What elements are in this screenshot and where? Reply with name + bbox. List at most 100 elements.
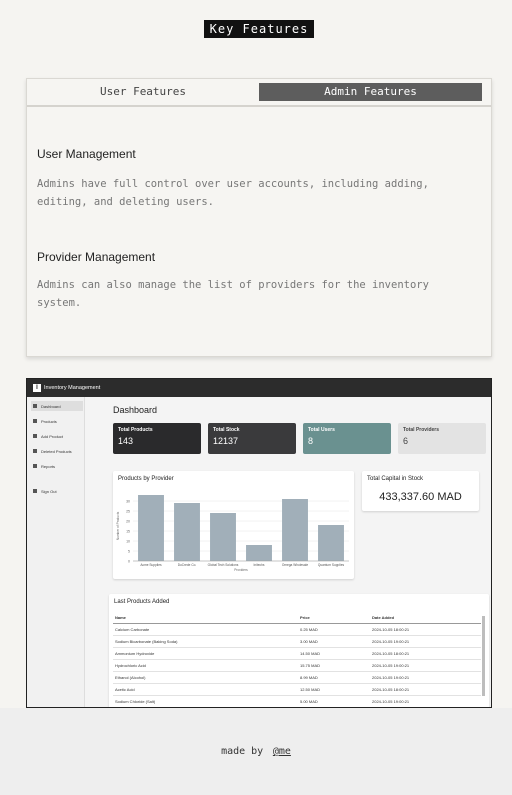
table-row: Ethanol (Alcohol) 8.99 MAD 2024-10-05 19:0… xyxy=(113,671,481,684)
sidebar-item-add-product[interactable]: Add Product xyxy=(31,431,83,441)
bar-1 xyxy=(174,503,200,561)
bar-4 xyxy=(282,499,308,561)
table-row: Sodium Chloride (Salt) 5.00 MAD 2024-10-05… xyxy=(113,695,481,707)
table-row: Hydrochloric Acid 15.75 MAD 2024-10-05 19:… xyxy=(113,659,481,672)
products-by-provider-chart: 0 5 10 15 20 25 30 Acme Supplies DuCrede Co. Glob… xyxy=(116,495,349,572)
sidebar-item-label: Sign Out xyxy=(41,488,57,494)
sidebar-item-reports[interactable]: Reports xyxy=(31,461,83,471)
last-products-panel: Last Products Added Name Price Date Adde… xyxy=(109,594,489,707)
stat-value: 6 xyxy=(403,436,409,446)
app-screenshot: I Inventory Management Dashboard Product… xyxy=(26,378,492,708)
table-header-row: Name Price Date Added xyxy=(113,612,481,624)
x-tick-label: Global Tech Solutions xyxy=(208,563,239,567)
add-icon xyxy=(33,434,37,438)
app-sidebar: Dashboard Products Add Product Deleted P… xyxy=(27,397,85,707)
y-tick-label: 0 xyxy=(128,560,130,564)
y-tick-label: 20 xyxy=(126,520,130,524)
y-axis-label: Number of Products xyxy=(116,511,120,540)
capital-value: 433,337.60 MAD xyxy=(379,491,462,503)
products-by-provider-panel: Products by Provider 0 5 10 15 20 25 30 Acme Su… xyxy=(113,471,354,579)
bar-5 xyxy=(318,525,344,561)
bar-3 xyxy=(246,545,272,561)
key-features-heading: Key Features xyxy=(204,20,314,38)
y-tick-label: 15 xyxy=(126,530,130,534)
tab-user-features[interactable]: User Features xyxy=(27,83,259,101)
cell-date: 2024-10-05 18:00:21 xyxy=(370,683,481,696)
sidebar-item-products[interactable]: Products xyxy=(31,416,83,426)
cart-icon xyxy=(33,419,37,423)
app-topbar: I Inventory Management xyxy=(27,379,491,397)
cell-price: 3.00 MAD xyxy=(298,635,370,648)
trash-icon xyxy=(33,449,37,453)
sign-out-icon xyxy=(33,489,37,493)
sidebar-item-label: Add Product xyxy=(41,433,64,439)
table-row: Sodium Bicarbonate (Baking Soda) 3.00 MAD… xyxy=(113,635,481,648)
cell-name: Calcium Carbonate xyxy=(113,623,298,636)
x-tick-label: DuCrede Co. xyxy=(178,563,197,567)
table-scrollbar[interactable] xyxy=(482,616,485,696)
stat-label: Total Products xyxy=(118,427,153,433)
sidebar-item-label: Deleted Products xyxy=(41,448,72,454)
sidebar-item-label: Products xyxy=(41,418,57,424)
stat-value: 12137 xyxy=(213,436,239,446)
features-card: User Features Admin Features User Manage… xyxy=(26,78,492,357)
sidebar-item-label: Dashboard xyxy=(41,403,61,409)
feature-description: Admins can also manage the list of provi… xyxy=(37,279,429,309)
stat-value: 8 xyxy=(308,436,314,446)
cell-price: 15.75 MAD xyxy=(298,659,370,672)
x-axis-label: Providers xyxy=(234,568,248,572)
table-body: Calcium Carbonate 0.25 MAD 2024-10-05 18:0… xyxy=(113,623,481,707)
x-tick-label: Initechs xyxy=(254,563,265,567)
feature-provider-management: Provider Management Admins can also mana… xyxy=(37,250,477,312)
cell-name: Acetic Acid xyxy=(113,683,298,696)
capital-title: Total Capital in Stock xyxy=(367,476,424,482)
footer: made by @me xyxy=(0,708,512,795)
sidebar-item-label: Reports xyxy=(41,463,56,469)
cell-price: 12.50 MAD xyxy=(298,683,370,696)
feature-title: Provider Management xyxy=(37,250,156,264)
tab-admin-features[interactable]: Admin Features xyxy=(259,83,482,101)
cell-name: Ammonium Hydroxide xyxy=(113,647,298,660)
sidebar-item-sign-out[interactable]: Sign Out xyxy=(31,486,83,496)
cell-price: 14.50 MAD xyxy=(298,647,370,660)
app-title: Inventory Management xyxy=(44,385,101,391)
y-tick-label: 25 xyxy=(126,510,130,514)
cell-date: 2024-10-05 19:00:21 xyxy=(370,635,481,648)
cell-date: 2024-10-05 18:00:21 xyxy=(370,623,481,636)
cell-date: 2024-10-05 19:00:21 xyxy=(370,671,481,684)
y-tick-label: 30 xyxy=(126,500,130,504)
column-header-name: Name xyxy=(113,612,298,624)
stat-card-total-products: Total Products 143 xyxy=(113,423,201,454)
x-tick-label: Acme Supplies xyxy=(140,563,162,567)
y-tick-label: 5 xyxy=(128,550,130,554)
footer-author-link[interactable]: @me xyxy=(273,746,291,757)
cell-name: Hydrochloric Acid xyxy=(113,659,298,672)
feature-description: Admins have full control over user accou… xyxy=(37,178,429,208)
cell-name: Sodium Chloride (Salt) xyxy=(113,695,298,707)
bar-0 xyxy=(138,495,164,561)
app-logo: I xyxy=(33,384,41,392)
total-capital-panel: Total Capital in Stock 433,337.60 MAD xyxy=(362,471,479,511)
cell-price: 8.99 MAD xyxy=(298,671,370,684)
cell-price: 5.00 MAD xyxy=(298,695,370,707)
cell-date: 2024-10-05 19:00:21 xyxy=(370,695,481,707)
stat-card-total-providers: Total Providers 6 xyxy=(398,423,486,454)
x-tick-label: Quantum Supplies xyxy=(318,563,345,567)
feature-tabs: User Features Admin Features xyxy=(27,79,491,107)
dashboard-title: Dashboard xyxy=(113,405,158,415)
sidebar-item-dashboard[interactable]: Dashboard xyxy=(31,401,83,411)
y-tick-label: 10 xyxy=(126,540,130,544)
stat-label: Total Providers xyxy=(403,427,440,433)
feature-user-management: User Management Admins have full control… xyxy=(37,147,477,211)
table-row: Calcium Carbonate 0.25 MAD 2024-10-05 18:0… xyxy=(113,623,481,636)
home-icon xyxy=(33,404,37,408)
stat-value: 143 xyxy=(118,436,134,446)
stat-card-total-users: Total Users 8 xyxy=(303,423,391,454)
column-header-price: Price xyxy=(298,612,370,624)
sidebar-item-deleted-products[interactable]: Deleted Products xyxy=(31,446,83,456)
cell-price: 0.25 MAD xyxy=(298,623,370,636)
table-title: Last Products Added xyxy=(114,599,170,605)
table-row: Ammonium Hydroxide 14.50 MAD 2024-10-05 18… xyxy=(113,647,481,660)
last-products-table: Name Price Date Added Calcium Carbonate 0… xyxy=(113,612,481,707)
cell-name: Ethanol (Alcohol) xyxy=(113,671,298,684)
